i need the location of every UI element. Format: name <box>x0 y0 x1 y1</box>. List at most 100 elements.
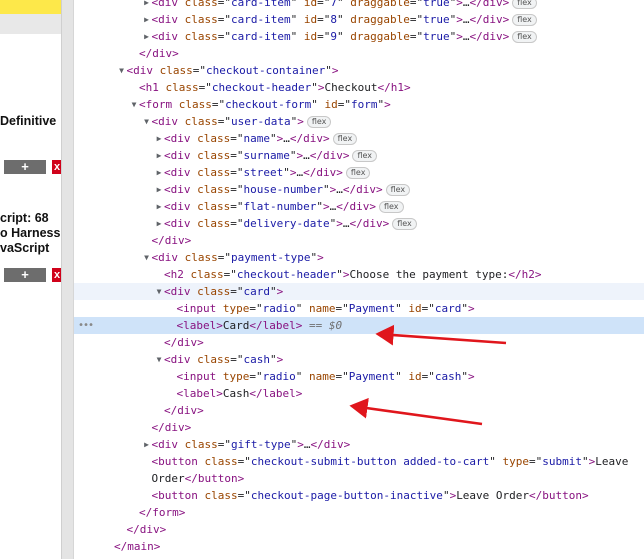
expand-triangle-icon[interactable]: ▶ <box>142 11 152 28</box>
closing-tag-name: div <box>139 523 160 536</box>
attribute-value: Payment <box>348 302 396 315</box>
node-text: Order <box>151 472 185 485</box>
remove-button-2[interactable]: x <box>52 268 61 282</box>
dom-node-row[interactable]: ▼ <form class="checkout-form" id="form"> <box>74 96 644 113</box>
dom-node-row[interactable]: </div> <box>74 419 644 436</box>
add-to-cart-button-1[interactable]: + <box>4 160 46 174</box>
closing-tag-name: label <box>262 319 296 332</box>
dom-node-row[interactable]: ▶ <div class="street">…</div> flex <box>74 164 644 181</box>
dom-node-row[interactable]: ▶ <div class="card-item" id="8" draggable… <box>74 11 644 28</box>
flex-badge[interactable]: flex <box>512 14 537 26</box>
flex-badge[interactable]: flex <box>378 201 404 213</box>
dom-node-row[interactable]: ▼ <div class="user-data"> flex <box>74 113 644 130</box>
dom-node-row[interactable]: ▶ <div class="house-number">…</div> flex <box>74 181 644 198</box>
attribute-value: checkout-submit-button added-to-cart <box>250 455 490 468</box>
dom-node-row[interactable]: ▼ <div class="card"> <box>74 283 644 300</box>
dom-node-row[interactable]: </div> <box>74 232 644 249</box>
add-to-cart-button-2[interactable]: + <box>4 268 46 282</box>
collapse-triangle-icon[interactable]: ▼ <box>142 113 152 130</box>
dom-node-row[interactable]: ▶ <div class="delivery-date">…</div> flex <box>74 215 644 232</box>
expand-triangle-icon[interactable]: ▶ <box>142 28 152 45</box>
flex-badge[interactable]: flex <box>352 150 378 162</box>
attribute-name: class <box>159 64 193 77</box>
dom-node-row[interactable]: <label>Cash</label> <box>74 385 644 402</box>
tag-name: input <box>183 370 217 383</box>
closing-tag-name: div <box>177 404 198 417</box>
dom-node-row[interactable]: ▶ <div class="flat-number">…</div> flex <box>74 198 644 215</box>
flex-badge[interactable]: flex <box>512 31 537 43</box>
dom-node-row[interactable]: <input type="radio" name="Payment" id="c… <box>74 300 644 317</box>
dom-node-row[interactable]: ▼ <div class="cash"> <box>74 351 644 368</box>
tag-bracket: > <box>184 234 192 247</box>
dom-node-row[interactable]: ▶ <div class="surname">…</div> flex <box>74 147 644 164</box>
flex-badge[interactable]: flex <box>306 116 332 128</box>
dom-node-row[interactable]: <input type="radio" name="Payment" id="c… <box>74 368 644 385</box>
dom-node-row[interactable]: <button class="checkout-page-button-inac… <box>74 487 644 504</box>
flex-badge[interactable]: flex <box>332 133 358 145</box>
collapse-triangle-icon[interactable]: ▼ <box>154 283 164 300</box>
closing-tag-name: div <box>177 336 198 349</box>
dom-node-row[interactable]: ▼ <div class="payment-type"> <box>74 249 644 266</box>
expand-triangle-icon[interactable]: ▶ <box>154 181 164 198</box>
flex-badge[interactable]: flex <box>345 167 371 179</box>
collapse-triangle-icon[interactable]: ▼ <box>142 249 152 266</box>
dom-node-row[interactable]: ••• <label>Card</label> == $0 <box>74 317 644 334</box>
attribute-quote: =" <box>237 489 251 502</box>
collapse-triangle-icon[interactable]: ▼ <box>117 62 127 79</box>
expand-triangle-icon[interactable]: ▶ <box>142 0 152 11</box>
closing-tag-name: form <box>152 506 179 519</box>
expand-triangle-icon[interactable]: ▶ <box>142 436 152 453</box>
expand-triangle-icon[interactable]: ▶ <box>154 147 164 164</box>
dom-node-row[interactable]: Order</button> <box>74 470 644 487</box>
attribute-quote: =" <box>230 149 244 162</box>
tag-bracket: > <box>178 506 186 519</box>
collapsed-children-ellipsis: … <box>303 149 310 162</box>
dom-node-row[interactable]: </div> <box>74 45 644 62</box>
attribute-quote: " <box>270 285 277 298</box>
collapse-triangle-icon[interactable]: ▼ <box>129 96 139 113</box>
attribute-quote: =" <box>198 81 212 94</box>
dom-node-row[interactable]: <h2 class="checkout-header">Choose the p… <box>74 266 644 283</box>
closing-tag-name: div <box>482 30 503 43</box>
flex-badge[interactable]: flex <box>512 0 537 9</box>
dom-node-row[interactable]: ▶ <div class="gift-type">…</div> <box>74 436 644 453</box>
expand-triangle-icon[interactable]: ▶ <box>154 164 164 181</box>
dom-node-row[interactable]: </form> <box>74 504 644 521</box>
collapse-triangle-icon[interactable]: ▼ <box>154 351 164 368</box>
dom-node-row[interactable]: ▶ <div class="name">…</div> flex <box>74 130 644 147</box>
elements-tree[interactable]: ▶ <div class="card-item" id="7" draggable… <box>74 0 644 559</box>
flex-badge[interactable]: flex <box>385 184 411 196</box>
dom-node-row[interactable]: ▶ <div class="card-item" id="9" draggable… <box>74 28 644 45</box>
attribute-quote: =" <box>217 0 231 9</box>
closing-tag-name: div <box>362 217 383 230</box>
panel-splitter[interactable] <box>61 0 74 559</box>
dom-node-row[interactable]: </main> <box>74 538 644 555</box>
attribute-quote: =" <box>317 13 331 26</box>
remove-button-1[interactable]: x <box>52 160 61 174</box>
attribute-quote: =" <box>217 251 231 264</box>
expand-triangle-icon[interactable]: ▶ <box>154 130 164 147</box>
attribute-name: id <box>303 0 318 9</box>
attribute-name: id <box>303 30 318 43</box>
attribute-name: class <box>184 251 218 264</box>
page-header-bar <box>0 0 61 14</box>
dom-node-row[interactable]: </div> <box>74 521 644 538</box>
dom-node-row[interactable]: <h1 class="checkout-header">Checkout</h1… <box>74 79 644 96</box>
expand-triangle-icon[interactable]: ▶ <box>154 198 164 215</box>
node-actions-icon[interactable]: ••• <box>78 317 94 334</box>
attribute-quote: =" <box>217 115 231 128</box>
expand-triangle-icon[interactable]: ▶ <box>154 215 164 232</box>
flex-badge[interactable]: flex <box>392 218 417 230</box>
dom-node-row[interactable]: </div> <box>74 334 644 351</box>
dom-node-row[interactable]: ▼ <div class="checkout-container"> <box>74 62 644 79</box>
dom-node-row[interactable]: </div> <box>74 402 644 419</box>
attribute-value: submit <box>542 455 583 468</box>
dom-node-row[interactable]: ▶ <div class="card-item" id="7" draggable… <box>74 0 644 11</box>
dom-node-row[interactable]: <button class="checkout-submit-button ad… <box>74 453 644 470</box>
tag-bracket: > <box>237 472 245 485</box>
